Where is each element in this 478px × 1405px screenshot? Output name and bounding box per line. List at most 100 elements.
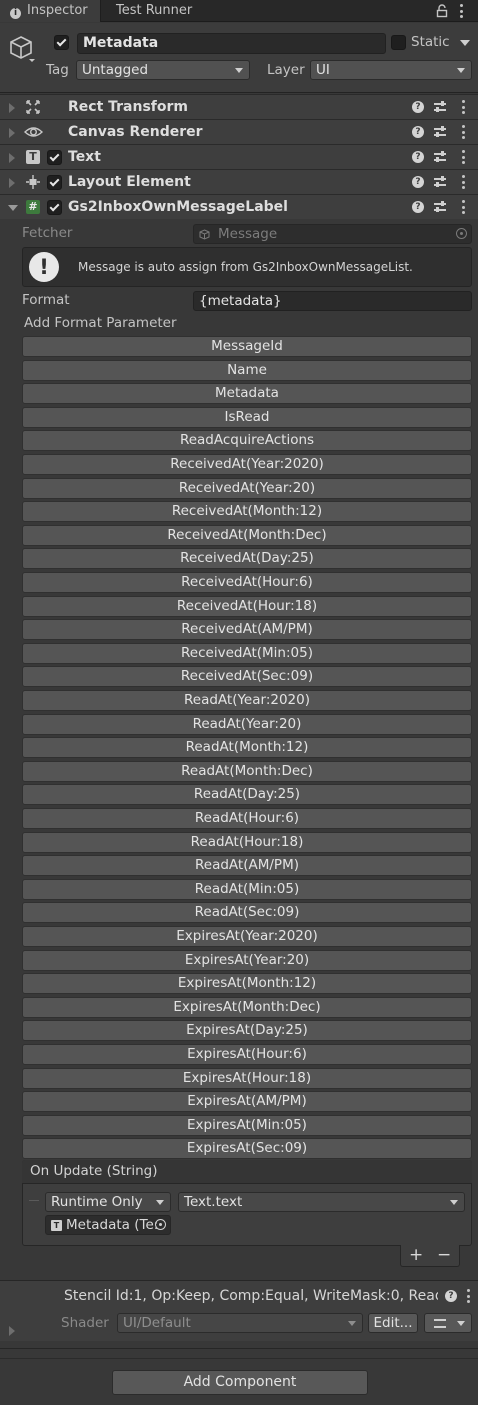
static-label: Static [411,34,450,50]
object-picker-icon[interactable] [155,1219,166,1230]
format-parameter-button[interactable]: ExpiresAt(Min:05) [22,1115,472,1136]
help-icon[interactable]: ? [445,1290,457,1302]
format-parameter-button[interactable]: ReadAt(Month:12) [22,737,472,758]
component-canvas-renderer[interactable]: Canvas Renderer ? [0,119,478,144]
gameobject-cube-icon[interactable] [9,34,35,62]
format-parameter-button[interactable]: IsRead [22,407,472,428]
tag-dropdown[interactable]: Untagged [76,60,250,80]
object-name-field[interactable]: Metadata [77,33,386,54]
layer-value: UI [316,62,330,78]
component-menu-icon[interactable] [461,100,465,114]
lock-icon[interactable] [436,4,448,18]
component-title: Text [68,149,101,165]
help-icon[interactable]: ? [412,151,424,163]
format-parameter-button[interactable]: ReceivedAt(Year:20) [22,478,472,499]
foldout-arrow-icon[interactable] [9,153,15,163]
foldout-arrow-icon[interactable] [9,103,15,113]
presets-icon[interactable] [434,126,446,138]
format-parameter-button[interactable]: ReadAt(Day:25) [22,784,472,805]
format-parameter-button[interactable]: ReceivedAt(Year:2020) [22,454,472,475]
format-parameter-button[interactable]: ReadAt(Month:Dec) [22,761,472,782]
add-listener-button[interactable]: + [409,1245,423,1265]
format-parameter-button[interactable]: ExpiresAt(Hour:6) [22,1044,472,1065]
component-rect-transform[interactable]: Rect Transform ? [0,94,478,119]
format-parameter-button[interactable]: ReceivedAt(Hour:6) [22,572,472,593]
format-parameter-button[interactable]: ReadAt(Year:2020) [22,690,472,711]
presets-icon[interactable] [434,176,446,188]
format-parameter-button[interactable]: Metadata [22,383,472,404]
format-parameter-button[interactable]: ExpiresAt(Day:25) [22,1020,472,1041]
divider [0,1348,478,1349]
format-parameter-button[interactable]: ExpiresAt(Year:2020) [22,926,472,947]
component-menu-icon[interactable] [461,125,465,139]
help-icon[interactable]: ? [412,201,424,213]
format-parameter-button[interactable]: ReceivedAt(Day:25) [22,548,472,569]
format-parameter-button[interactable]: ExpiresAt(Hour:18) [22,1068,472,1089]
enabled-checkbox[interactable] [47,150,62,165]
format-parameter-button[interactable]: ReceivedAt(Sec:09) [22,666,472,687]
format-parameter-button[interactable]: ReceivedAt(Month:Dec) [22,525,472,546]
layer-dropdown[interactable]: UI [310,60,472,80]
fetcher-field[interactable]: Message [193,224,472,244]
add-component-button[interactable]: Add Component [112,1370,368,1395]
tag-label: Tag [46,62,69,78]
format-parameter-button[interactable]: ReadAt(Year:20) [22,714,472,735]
format-parameter-button[interactable]: ExpiresAt(Month:12) [22,973,472,994]
format-parameter-button[interactable]: ReceivedAt(Month:12) [22,501,472,522]
presets-icon[interactable] [434,151,446,163]
help-icon[interactable]: ? [412,101,424,113]
format-parameter-button[interactable]: ExpiresAt(Month:Dec) [22,997,472,1018]
fetcher-label: Fetcher [22,225,73,241]
format-parameter-button[interactable]: ReadAt(Hour:6) [22,808,472,829]
format-field[interactable]: {metadata} [193,291,472,311]
format-parameter-button[interactable]: MessageId [22,336,472,357]
tab-test-runner[interactable]: Test Runner [116,0,192,22]
foldout-arrow-icon[interactable] [9,1326,15,1336]
format-parameter-button[interactable]: ReadAt(AM/PM) [22,855,472,876]
component-text[interactable]: T Text ? [0,144,478,169]
tab-inspector[interactable]: i Inspector [0,0,101,22]
format-parameter-button[interactable]: ReadAt(Hour:18) [22,832,472,853]
component-gs2-inbox-own-message-label[interactable]: # Gs2InboxOwnMessageLabel ? [0,194,478,219]
presets-icon[interactable] [434,101,446,113]
help-icon[interactable]: ? [412,176,424,188]
static-dropdown-icon[interactable] [460,40,470,46]
function-dropdown[interactable]: Text.text [178,1192,465,1212]
foldout-arrow-icon[interactable] [8,205,18,211]
static-checkbox[interactable] [391,35,406,50]
format-parameter-button[interactable]: ExpiresAt(Year:20) [22,950,472,971]
shader-edit-button[interactable]: Edit... [368,1313,418,1333]
format-parameter-button[interactable]: ReceivedAt(Hour:18) [22,596,472,617]
format-parameter-button[interactable]: ReceivedAt(AM/PM) [22,619,472,640]
format-parameter-button[interactable]: ExpiresAt(Sec:09) [22,1138,472,1159]
component-menu-icon[interactable] [461,175,465,189]
format-parameter-button[interactable]: ReadAt(Min:05) [22,879,472,900]
foldout-arrow-icon[interactable] [9,128,15,138]
event-target-field[interactable]: T Metadata (Te: [45,1215,171,1235]
format-parameter-button[interactable]: ReadAcquireActions [22,430,472,451]
help-icon[interactable]: ? [412,126,424,138]
runtime-dropdown[interactable]: Runtime Only [45,1192,171,1212]
shader-dropdown[interactable]: UI/Default [117,1313,363,1333]
format-parameter-button[interactable]: ReadAt(Sec:09) [22,902,472,923]
enabled-checkbox[interactable] [47,175,62,190]
format-parameter-button[interactable]: ExpiresAt(AM/PM) [22,1091,472,1112]
enabled-checkbox[interactable] [47,200,62,215]
presets-icon[interactable] [434,201,446,213]
remove-listener-button[interactable]: − [437,1245,451,1265]
event-target-value: Metadata (Te: [66,1217,159,1233]
component-layout-element[interactable]: Layout Element ? [0,169,478,194]
component-menu-icon[interactable] [461,200,465,214]
object-picker-icon[interactable] [456,228,467,239]
window-menu-icon[interactable] [459,4,463,18]
format-parameter-button[interactable]: ReceivedAt(Min:05) [22,643,472,664]
active-checkbox[interactable] [54,35,69,50]
shader-options-button[interactable] [424,1313,472,1333]
layer-label: Layer [267,62,305,78]
foldout-arrow-icon[interactable] [9,178,15,188]
drag-handle-icon[interactable] [29,1200,39,1201]
component-menu-icon[interactable] [461,150,465,164]
format-parameter-button[interactable]: Name [22,360,472,381]
material-menu-icon[interactable] [466,1289,470,1303]
info-help-box: ! Message is auto assign from Gs2InboxOw… [22,247,472,287]
